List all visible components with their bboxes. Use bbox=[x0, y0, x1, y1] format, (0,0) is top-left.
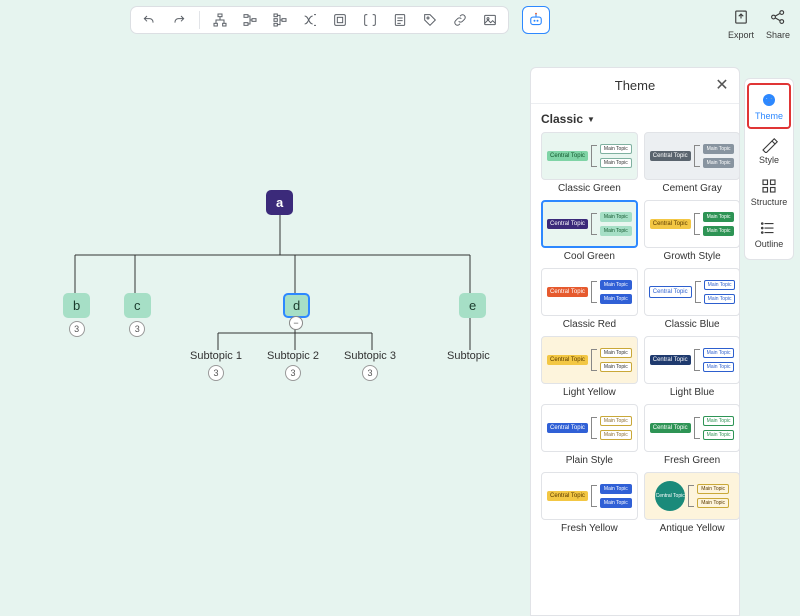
theme-card-label: Light Yellow bbox=[541, 387, 638, 398]
theme-card-label: Light Blue bbox=[644, 387, 739, 398]
subtopic-3[interactable]: Subtopic 3 bbox=[344, 350, 396, 362]
redo-icon[interactable] bbox=[169, 10, 189, 30]
right-sidebar: Theme Style Structure Outline bbox=[744, 78, 794, 260]
layout-curve-icon[interactable] bbox=[300, 10, 320, 30]
subtopic-2-badge[interactable]: 3 bbox=[285, 365, 301, 381]
node-b-badge[interactable]: 3 bbox=[69, 321, 85, 337]
node-e[interactable]: e bbox=[459, 293, 486, 318]
share-label: Share bbox=[766, 30, 790, 40]
theme-card-cement-gray[interactable]: Central TopicMain TopicMain TopicCement … bbox=[644, 132, 739, 194]
theme-card-label: Fresh Green bbox=[644, 455, 739, 466]
ai-assistant-button[interactable] bbox=[522, 6, 550, 34]
chevron-down-icon: ▼ bbox=[587, 115, 595, 124]
theme-grid: Central TopicMain TopicMain TopicClassic… bbox=[541, 132, 729, 534]
undo-icon[interactable] bbox=[139, 10, 159, 30]
theme-icon bbox=[759, 91, 779, 109]
theme-card-fresh-yellow[interactable]: Central TopicMain TopicMain TopicFresh Y… bbox=[541, 472, 638, 534]
collapse-toggle[interactable]: − bbox=[289, 316, 303, 330]
subtopic-3-badge[interactable]: 3 bbox=[362, 365, 378, 381]
root-node[interactable]: a bbox=[266, 190, 293, 215]
theme-card-label: Growth Style bbox=[644, 251, 739, 262]
layout-org-icon[interactable] bbox=[240, 10, 260, 30]
link-icon[interactable] bbox=[450, 10, 470, 30]
theme-card-classic-blue[interactable]: Central TopicMain TopicMain TopicClassic… bbox=[644, 268, 739, 330]
theme-card-light-blue[interactable]: Central TopicMain TopicMain TopicLight B… bbox=[644, 336, 739, 398]
theme-card-plain-style[interactable]: Central TopicMain TopicMain TopicPlain S… bbox=[541, 404, 638, 466]
theme-card-label: Fresh Yellow bbox=[541, 523, 638, 534]
tab-theme-label: Theme bbox=[755, 111, 783, 121]
top-toolbar bbox=[130, 6, 509, 34]
image-icon[interactable] bbox=[480, 10, 500, 30]
node-c-badge[interactable]: 3 bbox=[129, 321, 145, 337]
panel-header: Theme ✕ bbox=[531, 68, 739, 104]
style-icon bbox=[759, 135, 779, 153]
panel-body[interactable]: Classic ▼ Central TopicMain TopicMain To… bbox=[531, 104, 739, 615]
theme-card-label: Cool Green bbox=[541, 251, 638, 262]
theme-card-label: Classic Green bbox=[541, 183, 638, 194]
tab-style-label: Style bbox=[759, 155, 779, 165]
note-icon[interactable] bbox=[390, 10, 410, 30]
tag-icon[interactable] bbox=[420, 10, 440, 30]
outline-icon bbox=[759, 219, 779, 237]
export-label: Export bbox=[728, 30, 754, 40]
share-icon bbox=[767, 6, 789, 28]
theme-card-growth-style[interactable]: Central TopicMain TopicMain TopicGrowth … bbox=[644, 200, 739, 262]
close-icon[interactable]: ✕ bbox=[713, 76, 731, 94]
export-icon bbox=[730, 6, 752, 28]
brackets-icon[interactable] bbox=[360, 10, 380, 30]
node-d[interactable]: d bbox=[283, 293, 310, 318]
theme-card-label: Classic Blue bbox=[644, 319, 739, 330]
subtopic-1[interactable]: Subtopic 1 bbox=[190, 350, 242, 362]
theme-card-label: Antique Yellow bbox=[644, 523, 739, 534]
theme-category-dropdown[interactable]: Classic ▼ bbox=[541, 112, 729, 126]
layout-fish-icon[interactable] bbox=[270, 10, 290, 30]
subtopic-1-badge[interactable]: 3 bbox=[208, 365, 224, 381]
theme-card-label: Classic Red bbox=[541, 319, 638, 330]
theme-card-light-yellow[interactable]: Central TopicMain TopicMain TopicLight Y… bbox=[541, 336, 638, 398]
theme-card-label: Plain Style bbox=[541, 455, 638, 466]
share-button[interactable]: Share bbox=[766, 6, 790, 40]
subtopic-e[interactable]: Subtopic bbox=[447, 350, 490, 362]
node-c[interactable]: c bbox=[124, 293, 151, 318]
tab-outline-label: Outline bbox=[755, 239, 784, 249]
theme-card-classic-red[interactable]: Central TopicMain TopicMain TopicClassic… bbox=[541, 268, 638, 330]
tab-style[interactable]: Style bbox=[747, 129, 791, 171]
theme-card-cool-green[interactable]: Central TopicMain TopicMain TopicCool Gr… bbox=[541, 200, 638, 262]
export-button[interactable]: Export bbox=[728, 6, 754, 40]
boundary-icon[interactable] bbox=[330, 10, 350, 30]
layout-tree-icon[interactable] bbox=[210, 10, 230, 30]
theme-card-label: Cement Gray bbox=[644, 183, 739, 194]
panel-title: Theme bbox=[615, 78, 655, 93]
theme-card-fresh-green[interactable]: Central TopicMain TopicMain TopicFresh G… bbox=[644, 404, 739, 466]
tab-structure-label: Structure bbox=[751, 197, 788, 207]
structure-icon bbox=[759, 177, 779, 195]
theme-card-antique-yellow[interactable]: Central TopicMain TopicMain TopicAntique… bbox=[644, 472, 739, 534]
theme-panel: Theme ✕ Classic ▼ Central TopicMain Topi… bbox=[530, 67, 740, 616]
subtopic-2[interactable]: Subtopic 2 bbox=[267, 350, 319, 362]
corner-actions: Export Share bbox=[728, 6, 790, 40]
tab-structure[interactable]: Structure bbox=[747, 171, 791, 213]
tab-outline[interactable]: Outline bbox=[747, 213, 791, 255]
theme-card-classic-green[interactable]: Central TopicMain TopicMain TopicClassic… bbox=[541, 132, 638, 194]
tab-theme[interactable]: Theme bbox=[747, 83, 791, 129]
node-b[interactable]: b bbox=[63, 293, 90, 318]
category-label: Classic bbox=[541, 112, 583, 126]
